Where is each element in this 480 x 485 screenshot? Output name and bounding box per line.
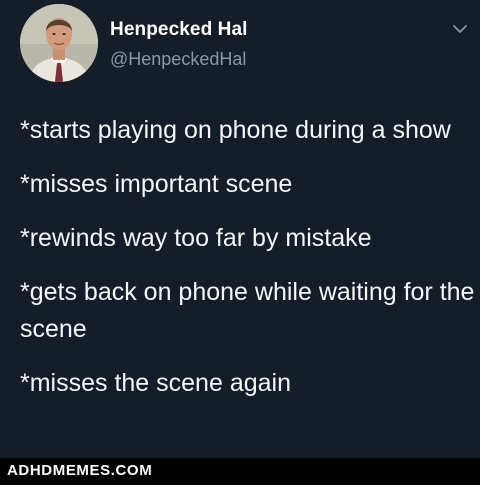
tweet-card: Henpecked Hal @HenpeckedHal *starts play…: [0, 0, 480, 485]
tweet-line: *rewinds way too far by mistake: [20, 224, 372, 252]
chevron-down-icon[interactable]: [451, 22, 469, 36]
tweet-line: *misses the scene again: [20, 369, 291, 397]
watermark-bar: ADHDMEMES.COM: [0, 458, 480, 485]
watermark-text: ADHDMEMES.COM: [7, 462, 153, 479]
display-name[interactable]: Henpecked Hal: [110, 19, 248, 41]
tweet-text: *starts playing on phone during a show *…: [20, 112, 475, 402]
tweet-line: *misses important scene: [20, 170, 293, 198]
tweet-line: *starts playing on phone during a show: [20, 116, 451, 144]
tweet-header: Henpecked Hal @HenpeckedHal: [0, 0, 480, 96]
user-avatar[interactable]: [20, 4, 98, 82]
tweet-line: *gets back on phone while waiting for th…: [20, 278, 475, 343]
avatar-photo-icon: [20, 4, 98, 82]
user-handle[interactable]: @HenpeckedHal: [110, 49, 246, 70]
